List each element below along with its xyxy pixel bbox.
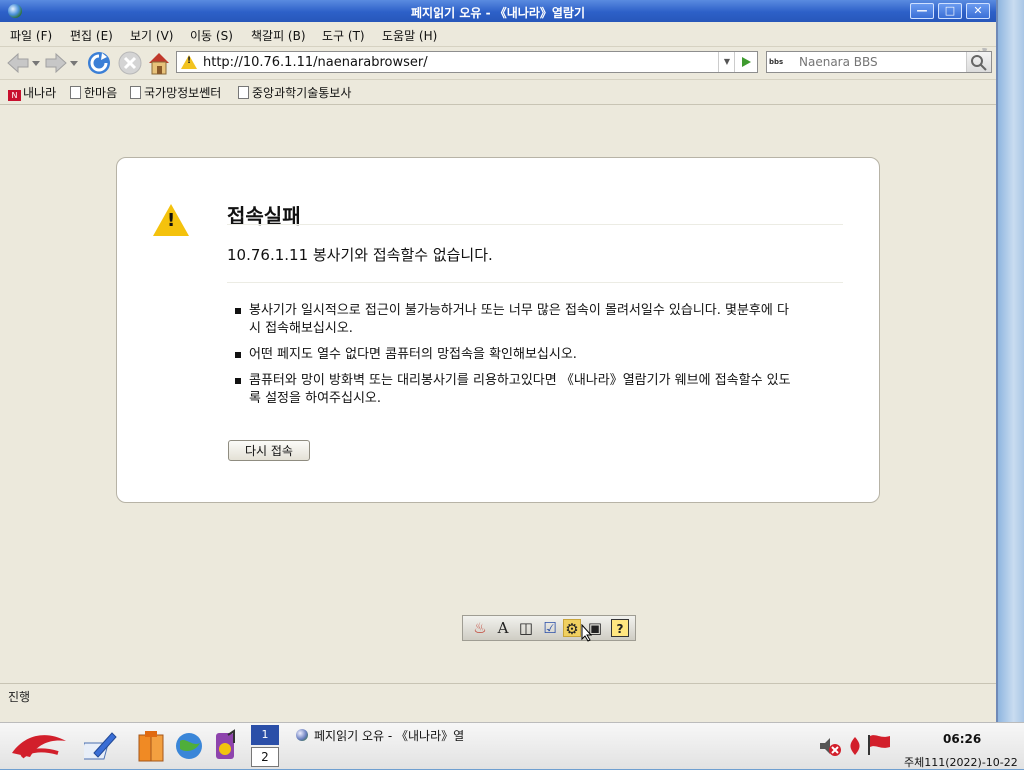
text-editor-icon[interactable] <box>84 729 118 763</box>
menu-bookmarks[interactable]: 책갈피 (B) <box>251 27 306 44</box>
stop-button[interactable] <box>117 50 143 76</box>
error-suggestions: 봉사기가 일시적으로 접근이 불가능하거나 또는 너무 많은 접속이 몰려서일수… <box>235 302 795 416</box>
flame-icon[interactable]: ♨ <box>471 619 489 637</box>
edit-icon[interactable]: ☑ <box>541 619 559 637</box>
settings-icon[interactable]: ⚙ <box>563 619 581 638</box>
go-button[interactable] <box>734 52 757 72</box>
bookmarks-toolbar: N 내나라 한마음 국가망정보쎈터 중앙과학기술통보사 <box>0 78 996 105</box>
red-flag-icon[interactable] <box>866 733 892 757</box>
list-item: 어떤 페지도 열수 없다면 콤퓨터의 망접속을 확인해보십시오. <box>235 346 795 364</box>
magnifier-icon <box>971 55 987 71</box>
workspace-1[interactable]: 1 <box>251 725 279 745</box>
url-text[interactable]: http://10.76.1.11/naenarabrowser/ <box>203 55 428 70</box>
address-bar[interactable]: ! http://10.76.1.11/naenarabrowser/ ▼ <box>176 51 758 73</box>
search-button[interactable] <box>966 52 991 72</box>
bookmark-national-network-center[interactable]: 국가망정보쎈터 <box>130 84 221 101</box>
workspace-2[interactable]: 2 <box>251 747 279 767</box>
divider <box>227 282 843 283</box>
file-manager-icon[interactable] <box>136 729 170 763</box>
url-history-dropdown[interactable]: ▼ <box>718 52 735 72</box>
bookmark-naenara[interactable]: N 내나라 <box>8 84 56 101</box>
back-button[interactable] <box>6 52 30 74</box>
naenara-logo-icon: N <box>8 90 21 101</box>
document-icon <box>70 86 81 99</box>
font-icon[interactable]: A <box>494 619 512 637</box>
close-button[interactable]: ✕ <box>966 3 990 19</box>
search-box: bbs <box>766 51 992 73</box>
maximize-button[interactable]: □ <box>938 3 962 19</box>
document-icon <box>130 86 141 99</box>
start-menu-icon[interactable] <box>8 727 70 765</box>
list-item: 봉사기가 일시적으로 접근이 불가능하거나 또는 너무 많은 접속이 몰려서일수… <box>235 302 795 338</box>
search-input[interactable] <box>799 53 959 71</box>
taskbar-window-entry[interactable]: 페지읽기 오유 - 《내나라》열 <box>296 727 464 744</box>
clock: 06:26 <box>943 732 982 746</box>
flame-tray-icon[interactable] <box>846 735 864 757</box>
navigation-toolbar: ! http://10.76.1.11/naenarabrowser/ ▼ bb… <box>0 46 996 80</box>
bookmark-central-sci-tech-news[interactable]: 중앙과학기술통보사 <box>238 84 351 101</box>
forward-history-dropdown[interactable] <box>70 59 78 67</box>
error-description: 10.76.1.11 봉사기와 접속할수 없습니다. <box>227 246 493 264</box>
browser-window: 페지읽기 오유 - 《내나라》열람기 — □ ✕ 파일 (F) 편집 (E) 보… <box>0 0 998 722</box>
list-item: 콤퓨터와 망이 방화벽 또는 대리봉사기를 리용하고있다면 《내나라》열람기가 … <box>235 372 795 408</box>
menu-help[interactable]: 도움말 (H) <box>382 27 437 44</box>
home-button[interactable] <box>146 50 172 76</box>
error-panel: ! 접속실패 10.76.1.11 봉사기와 접속할수 없습니다. 봉사기가 일… <box>116 157 880 503</box>
minimize-button[interactable]: — <box>910 3 934 19</box>
mouse-cursor-icon <box>581 624 593 642</box>
bookmark-hanmaeum[interactable]: 한마음 <box>70 84 117 101</box>
media-player-icon[interactable] <box>210 729 240 763</box>
search-engine-selector[interactable]: bbs <box>769 54 797 70</box>
floating-toolbar: ♨ A ◫ ☑ ⚙ ▣ ? <box>462 615 636 642</box>
menu-go[interactable]: 이동 (S) <box>190 27 233 44</box>
document-icon <box>238 86 249 99</box>
window-title: 페지읽기 오유 - 《내나라》열람기 <box>411 6 585 20</box>
browser-globe-icon <box>296 729 308 741</box>
forward-button[interactable] <box>44 52 68 74</box>
taskbar: 1 2 페지읽기 오유 - 《내나라》열 06:26 주체111(2022)-1… <box>0 722 1024 769</box>
reload-button[interactable] <box>86 50 112 76</box>
desktop-background <box>998 0 1024 722</box>
browser-globe-icon[interactable] <box>174 731 204 761</box>
status-bar: 진행 <box>0 683 996 706</box>
menu-file[interactable]: 파일 (F) <box>10 27 52 44</box>
back-history-dropdown[interactable] <box>32 59 40 67</box>
retry-button[interactable]: 다시 접속 <box>228 440 310 461</box>
menu-tools[interactable]: 도구 (T) <box>322 27 365 44</box>
page-content: ! 접속실패 10.76.1.11 봉사기와 접속할수 없습니다. 봉사기가 일… <box>0 105 996 682</box>
menu-edit[interactable]: 편집 (E) <box>70 27 113 44</box>
divider <box>227 224 843 225</box>
columns-icon[interactable]: ◫ <box>517 619 535 637</box>
title-bar: 페지읽기 오유 - 《내나라》열람기 — □ ✕ <box>0 0 996 22</box>
help-icon[interactable]: ? <box>611 619 629 637</box>
status-text: 진행 <box>8 690 31 704</box>
menu-view[interactable]: 보기 (V) <box>130 27 173 44</box>
volume-muted-icon[interactable] <box>818 735 842 757</box>
menu-bar: 파일 (F) 편집 (E) 보기 (V) 이동 (S) 책갈피 (B) 도구 (… <box>0 22 996 64</box>
